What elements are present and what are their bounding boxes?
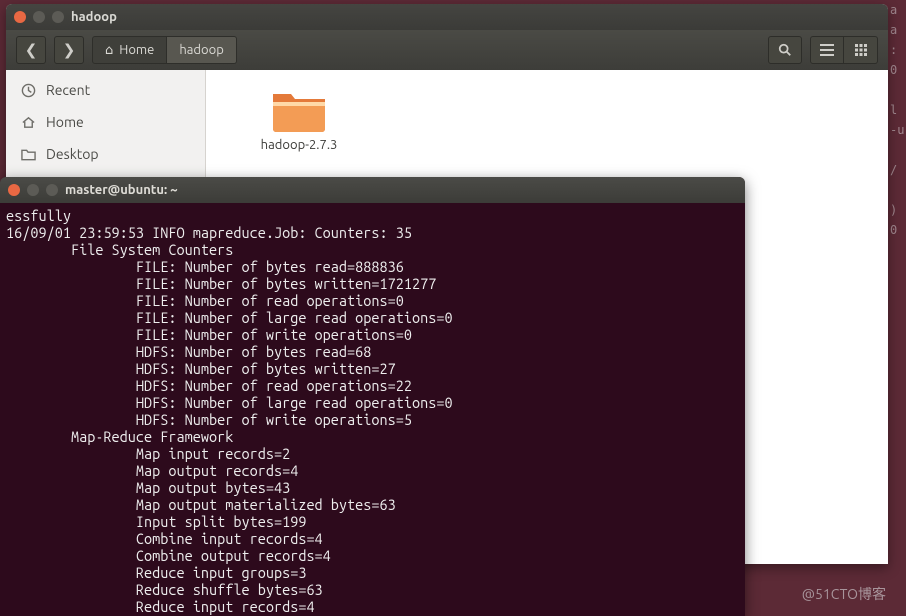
window-close-icon[interactable] <box>14 11 26 23</box>
nav-back-button[interactable]: ❮ <box>16 36 46 64</box>
terminal-title: master@ubuntu: ~ <box>65 183 178 197</box>
window-close-icon[interactable] <box>8 184 20 196</box>
sidebar-item-label: Desktop <box>46 146 99 162</box>
window-maximize-icon[interactable] <box>46 184 58 196</box>
breadcrumb-home[interactable]: ⌂ Home <box>92 36 167 64</box>
background-code: aa:0l-u/)0 <box>890 0 906 616</box>
breadcrumb: ⌂ Home hadoop <box>92 36 237 64</box>
window-maximize-icon[interactable] <box>52 11 64 23</box>
breadcrumb-current-label: hadoop <box>179 43 224 57</box>
terminal-window: master@ubuntu: ~ essfully 16/09/01 23:59… <box>0 177 745 616</box>
search-icon <box>778 43 792 57</box>
grid-icon <box>855 44 867 56</box>
home-icon: ⌂ <box>105 43 113 58</box>
files-titlebar[interactable]: hadoop <box>6 4 888 30</box>
folder-hadoop273[interactable]: hadoop-2.7.3 <box>244 88 354 152</box>
sidebar-item-recent[interactable]: Recent <box>6 74 205 106</box>
breadcrumb-home-label: Home <box>119 43 154 57</box>
folder-icon <box>20 148 36 161</box>
list-icon <box>820 44 834 56</box>
list-view-button[interactable] <box>810 36 844 64</box>
terminal-titlebar[interactable]: master@ubuntu: ~ <box>0 177 745 203</box>
folder-label: hadoop-2.7.3 <box>244 138 354 152</box>
breadcrumb-current[interactable]: hadoop <box>167 36 237 64</box>
nav-forward-button[interactable]: ❯ <box>54 36 84 64</box>
terminal-output[interactable]: essfully 16/09/01 23:59:53 INFO mapreduc… <box>0 203 745 616</box>
folder-large-icon <box>271 88 327 134</box>
window-title: hadoop <box>71 10 117 24</box>
sidebar-item-label: Home <box>46 114 84 130</box>
arrow-left-icon: ❮ <box>25 41 38 59</box>
arrow-right-icon: ❯ <box>63 41 76 59</box>
view-mode-group <box>810 36 878 64</box>
clock-icon <box>20 83 36 98</box>
sidebar-item-desktop[interactable]: Desktop <box>6 138 205 170</box>
window-minimize-icon[interactable] <box>33 11 45 23</box>
credit-text: @51CTO博客 <box>802 584 886 604</box>
search-button[interactable] <box>768 36 802 64</box>
window-minimize-icon[interactable] <box>27 184 39 196</box>
grid-view-button[interactable] <box>844 36 878 64</box>
files-toolbar: ❮ ❯ ⌂ Home hadoop <box>6 30 888 70</box>
sidebar-item-home[interactable]: Home <box>6 106 205 138</box>
sidebar-item-label: Recent <box>46 82 90 98</box>
home-icon <box>20 115 36 130</box>
